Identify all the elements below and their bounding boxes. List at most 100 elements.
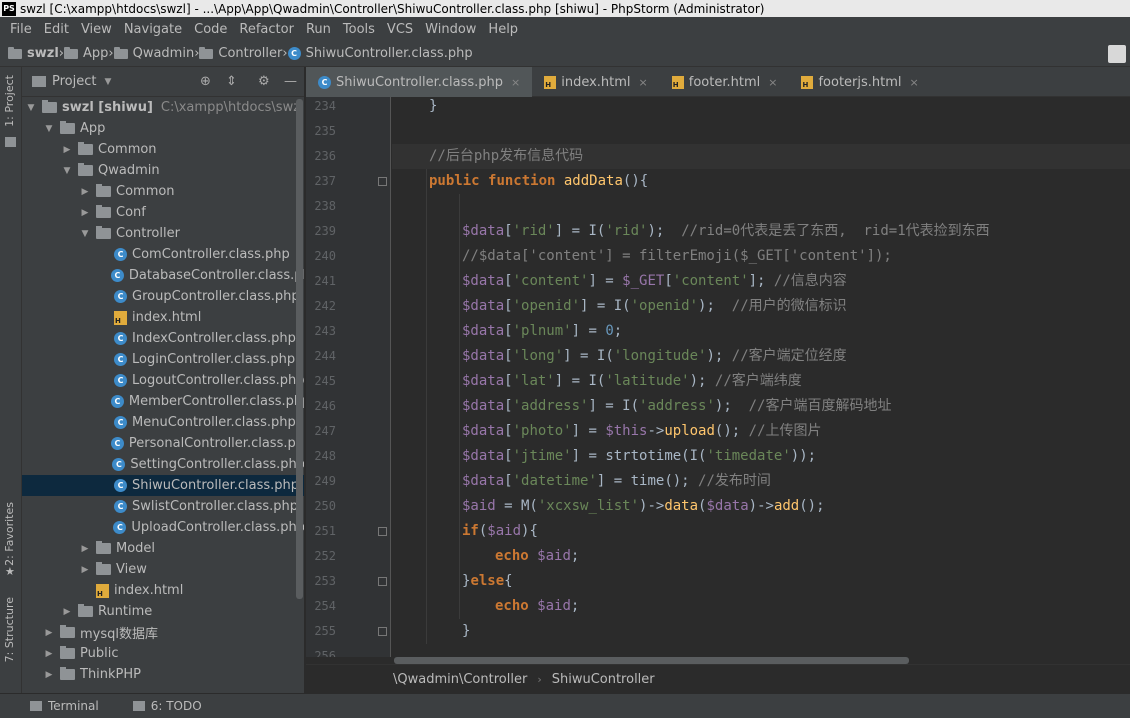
breadcrumb-namespace[interactable]: \Qwadmin\Controller [393, 672, 527, 687]
tree-folder[interactable]: ▶ Common [22, 139, 304, 160]
expanded-arrow-icon[interactable]: ▼ [26, 103, 36, 113]
nav-crumb[interactable]: Qwadmin [113, 46, 194, 61]
code-line[interactable]: //后台php发布信息代码 [392, 144, 1130, 169]
code-line[interactable]: if($aid){ [392, 519, 1130, 544]
code-line[interactable]: echo $aid; [392, 594, 1130, 619]
code-line[interactable] [392, 644, 1130, 657]
code-line[interactable]: $data['jtime'] = strtotime(I('timedate')… [392, 444, 1130, 469]
menu-help[interactable]: Help [482, 22, 524, 37]
code-line[interactable]: $data['lat'] = I('latitude'); //客户端纬度 [392, 369, 1130, 394]
tree-folder[interactable]: ▶ mysql数据库 [22, 622, 304, 643]
menu-navigate[interactable]: Navigate [118, 22, 188, 37]
tree-file[interactable]: ▶CMenuController.class.php [22, 412, 304, 433]
tree-file[interactable]: ▶CPersonalController.class.php [22, 433, 304, 454]
tree-folder[interactable]: ▶ Conf [22, 202, 304, 223]
tree-folder[interactable]: ▶ Model [22, 538, 304, 559]
tree-file[interactable]: ▶CShiwuController.class.php [22, 475, 304, 496]
menu-refactor[interactable]: Refactor [233, 22, 300, 37]
terminal-tool-button[interactable]: Terminal [30, 699, 99, 713]
close-icon[interactable]: × [768, 76, 777, 89]
collapsed-arrow-icon[interactable]: ▶ [44, 649, 54, 659]
code-line[interactable] [392, 194, 1130, 219]
chevron-down-icon[interactable]: ▼ [104, 77, 111, 87]
code-line[interactable]: $data['photo'] = $this->upload(); //上传图片 [392, 419, 1130, 444]
menu-run[interactable]: Run [300, 22, 337, 37]
close-icon[interactable]: × [910, 76, 919, 89]
tree-folder[interactable]: ▼ Controller [22, 223, 304, 244]
tree-folder[interactable]: ▼ App [22, 118, 304, 139]
menu-code[interactable]: Code [188, 22, 233, 37]
collapsed-arrow-icon[interactable]: ▶ [80, 208, 90, 218]
tree-file[interactable]: ▶CMemberController.class.php [22, 391, 304, 412]
tree-file[interactable]: ▶CGroupController.class.php [22, 286, 304, 307]
tree-file[interactable]: ▶CSwlistController.class.php [22, 496, 304, 517]
tool-tab-favorites[interactable]: 2: Favorites [3, 502, 16, 566]
collapsed-arrow-icon[interactable]: ▶ [62, 145, 72, 155]
menu-edit[interactable]: Edit [38, 22, 75, 37]
collapsed-arrow-icon[interactable]: ▶ [80, 544, 90, 554]
tree-file[interactable]: ▶CLogoutController.class.php [22, 370, 304, 391]
locate-icon[interactable]: ⊕ [200, 74, 211, 89]
tree-folder[interactable]: ▶ Public [22, 643, 304, 664]
expanded-arrow-icon[interactable]: ▼ [80, 229, 90, 239]
close-icon[interactable]: × [511, 76, 520, 89]
breadcrumb-class[interactable]: ShiwuController [552, 672, 655, 687]
code-line[interactable]: echo $aid; [392, 544, 1130, 569]
expanded-arrow-icon[interactable]: ▼ [62, 166, 72, 176]
tree-file[interactable]: ▶CIndexController.class.php [22, 328, 304, 349]
tree-folder[interactable]: ▼ Qwadmin [22, 160, 304, 181]
expanded-arrow-icon[interactable]: ▼ [44, 124, 54, 134]
fold-marker-icon[interactable] [378, 527, 387, 536]
toolbar-right-icon[interactable] [1108, 45, 1126, 63]
fold-marker-icon[interactable] [378, 627, 387, 636]
tree-file[interactable]: ▶CComController.class.php [22, 244, 304, 265]
code-line[interactable]: $aid = M('xcxsw_list')->data($data)->add… [392, 494, 1130, 519]
code-area[interactable]: } //后台php发布信息代码 public function addData(){… [392, 97, 1130, 657]
tree-file[interactable]: ▶CUploadController.class.php [22, 517, 304, 538]
editor-tab[interactable]: Hfooterjs.html × [789, 67, 930, 97]
code-line[interactable]: $data['plnum'] = 0; [392, 319, 1130, 344]
code-line[interactable]: } [392, 619, 1130, 644]
collapsed-arrow-icon[interactable]: ▶ [44, 670, 54, 680]
tree-file[interactable]: ▶CLoginController.class.php [22, 349, 304, 370]
code-line[interactable]: public function addData(){ [392, 169, 1130, 194]
editor-horizontal-scrollbar[interactable] [394, 657, 909, 664]
tool-tab-structure[interactable]: 7: Structure [3, 597, 16, 662]
hide-panel-icon[interactable]: — [284, 74, 297, 89]
menu-tools[interactable]: Tools [337, 22, 381, 37]
editor-tab[interactable]: Hfooter.html × [660, 67, 790, 97]
code-line[interactable]: $data['address'] = I('address'); //客户端百度… [392, 394, 1130, 419]
collapse-all-icon[interactable]: ⇕ [226, 74, 237, 89]
collapsed-arrow-icon[interactable]: ▶ [80, 565, 90, 575]
tree-folder[interactable]: ▶ View [22, 559, 304, 580]
code-line[interactable]: }else{ [392, 569, 1130, 594]
code-line[interactable]: $data['content'] = $_GET['content']; //信… [392, 269, 1130, 294]
todo-tool-button[interactable]: 6: TODO [132, 699, 202, 713]
tree-folder[interactable]: ▼ swzl [shiwu] C:\xampp\htdocs\swzl [22, 97, 304, 118]
project-view-selector[interactable]: Project [52, 74, 96, 89]
code-line[interactable]: $data['long'] = I('longitude'); //客户端定位经… [392, 344, 1130, 369]
collapsed-arrow-icon[interactable]: ▶ [80, 187, 90, 197]
collapsed-arrow-icon[interactable]: ▶ [44, 628, 54, 638]
project-tree-scrollbar[interactable] [296, 99, 303, 599]
tree-file[interactable]: ▶CSettingController.class.php [22, 454, 304, 475]
nav-crumb[interactable]: C ShiwuController.class.php [287, 46, 473, 61]
close-icon[interactable]: × [639, 76, 648, 89]
collapsed-arrow-icon[interactable]: ▶ [62, 607, 72, 617]
fold-marker-icon[interactable] [378, 177, 387, 186]
code-line[interactable]: $data['datetime'] = time(); //发布时间 [392, 469, 1130, 494]
menu-vcs[interactable]: VCS [381, 22, 419, 37]
editor-tab[interactable]: Hindex.html × [532, 67, 660, 97]
nav-crumb[interactable]: App [63, 46, 108, 61]
code-line[interactable]: //$data['content'] = filterEmoji($_GET['… [392, 244, 1130, 269]
nav-crumb[interactable]: Controller [199, 46, 282, 61]
code-line[interactable]: $data['rid'] = I('rid'); //rid=0代表是丢了东西,… [392, 219, 1130, 244]
fold-marker-icon[interactable] [378, 577, 387, 586]
tree-file[interactable]: ▶CDatabaseController.class.php [22, 265, 304, 286]
tree-folder[interactable]: ▶ ThinkPHP [22, 664, 304, 685]
tree-folder[interactable]: ▶ Runtime [22, 601, 304, 622]
tree-folder[interactable]: ▶ Common [22, 181, 304, 202]
code-editor[interactable]: 234 235 236 237 238 239 240 241 242 243 244 245 246 2… [306, 97, 1130, 657]
gear-icon[interactable]: ⚙ [258, 74, 270, 89]
code-line[interactable] [392, 119, 1130, 144]
